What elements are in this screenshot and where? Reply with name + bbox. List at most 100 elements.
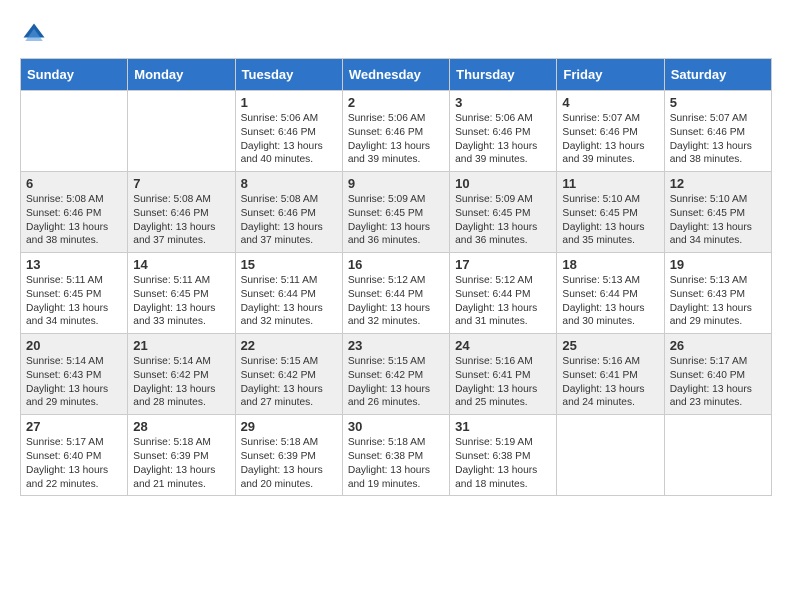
day-number: 12 <box>670 176 766 191</box>
day-number: 4 <box>562 95 658 110</box>
cell-sun-info: Sunrise: 5:13 AM Sunset: 6:44 PM Dayligh… <box>562 274 658 329</box>
cell-sun-info: Sunrise: 5:18 AM Sunset: 6:38 PM Dayligh… <box>348 436 444 491</box>
calendar-cell <box>664 415 771 496</box>
day-number: 6 <box>26 176 122 191</box>
day-number: 8 <box>241 176 337 191</box>
day-of-week-header: Friday <box>557 59 664 91</box>
day-number: 28 <box>133 419 229 434</box>
logo <box>20 20 52 48</box>
day-number: 16 <box>348 257 444 272</box>
calendar-cell: 22 Sunrise: 5:15 AM Sunset: 6:42 PM Dayli… <box>235 334 342 415</box>
day-of-week-header: Thursday <box>450 59 557 91</box>
calendar-week-row: 6 Sunrise: 5:08 AM Sunset: 6:46 PM Daylig… <box>21 172 772 253</box>
day-of-week-header: Sunday <box>21 59 128 91</box>
calendar-cell: 28Sunrise: 5:18 AM Sunset: 6:39 PM Dayli… <box>128 415 235 496</box>
calendar-cell: 17Sunrise: 5:12 AM Sunset: 6:44 PM Dayli… <box>450 253 557 334</box>
day-number: 30 <box>348 419 444 434</box>
day-number: 26 <box>670 338 766 353</box>
calendar-cell: 16 Sunrise: 5:12 AM Sunset: 6:44 PM Dayli… <box>342 253 449 334</box>
calendar-week-row: 20 Sunrise: 5:14 AM Sunset: 6:43 PM Dayli… <box>21 334 772 415</box>
calendar-cell: 9 Sunrise: 5:09 AM Sunset: 6:45 PM Daylig… <box>342 172 449 253</box>
calendar-cell: 7Sunrise: 5:08 AM Sunset: 6:46 PM Daylig… <box>128 172 235 253</box>
cell-sun-info: Sunrise: 5:07 AM Sunset: 6:46 PM Dayligh… <box>670 112 766 167</box>
calendar-cell: 12Sunrise: 5:10 AM Sunset: 6:45 PM Dayli… <box>664 172 771 253</box>
day-number: 24 <box>455 338 551 353</box>
cell-sun-info: Sunrise: 5:15 AM Sunset: 6:42 PM Dayligh… <box>241 355 337 410</box>
calendar-week-row: 27 Sunrise: 5:17 AM Sunset: 6:40 PM Dayli… <box>21 415 772 496</box>
cell-sun-info: Sunrise: 5:11 AM Sunset: 6:44 PM Dayligh… <box>241 274 337 329</box>
day-number: 31 <box>455 419 551 434</box>
day-number: 22 <box>241 338 337 353</box>
cell-sun-info: Sunrise: 5:12 AM Sunset: 6:44 PM Dayligh… <box>348 274 444 329</box>
day-number: 17 <box>455 257 551 272</box>
cell-sun-info: Sunrise: 5:13 AM Sunset: 6:43 PM Dayligh… <box>670 274 766 329</box>
day-number: 11 <box>562 176 658 191</box>
day-number: 21 <box>133 338 229 353</box>
calendar-cell: 6Sunrise: 5:08 AM Sunset: 6:46 PM Daylig… <box>21 172 128 253</box>
cell-sun-info: Sunrise: 5:06 AM Sunset: 6:46 PM Dayligh… <box>348 112 444 167</box>
day-number: 9 <box>348 176 444 191</box>
calendar-week-row: 13 Sunrise: 5:11 AM Sunset: 6:45 PM Dayli… <box>21 253 772 334</box>
calendar-cell <box>557 415 664 496</box>
calendar-cell: 30 Sunrise: 5:18 AM Sunset: 6:38 PM Dayli… <box>342 415 449 496</box>
calendar-cell: 3Sunrise: 5:06 AM Sunset: 6:46 PM Daylig… <box>450 91 557 172</box>
day-number: 27 <box>26 419 122 434</box>
calendar-cell: 2 Sunrise: 5:06 AM Sunset: 6:46 PM Daylig… <box>342 91 449 172</box>
cell-sun-info: Sunrise: 5:09 AM Sunset: 6:45 PM Dayligh… <box>455 193 551 248</box>
day-number: 10 <box>455 176 551 191</box>
cell-sun-info: Sunrise: 5:14 AM Sunset: 6:42 PM Dayligh… <box>133 355 229 410</box>
calendar-cell: 18 Sunrise: 5:13 AM Sunset: 6:44 PM Dayli… <box>557 253 664 334</box>
day-number: 29 <box>241 419 337 434</box>
cell-sun-info: Sunrise: 5:18 AM Sunset: 6:39 PM Dayligh… <box>241 436 337 491</box>
day-number: 23 <box>348 338 444 353</box>
calendar-cell: 31 Sunrise: 5:19 AM Sunset: 6:38 PM Dayli… <box>450 415 557 496</box>
cell-sun-info: Sunrise: 5:16 AM Sunset: 6:41 PM Dayligh… <box>562 355 658 410</box>
cell-sun-info: Sunrise: 5:14 AM Sunset: 6:43 PM Dayligh… <box>26 355 122 410</box>
day-number: 1 <box>241 95 337 110</box>
calendar-cell: 13Sunrise: 5:11 AM Sunset: 6:45 PM Dayli… <box>21 253 128 334</box>
calendar-cell: 14Sunrise: 5:11 AM Sunset: 6:45 PM Dayli… <box>128 253 235 334</box>
day-number: 2 <box>348 95 444 110</box>
calendar-cell: 8 Sunrise: 5:08 AM Sunset: 6:46 PM Daylig… <box>235 172 342 253</box>
calendar-header-row: SundayMondayTuesdayWednesdayThursdayFrid… <box>21 59 772 91</box>
day-number: 19 <box>670 257 766 272</box>
cell-sun-info: Sunrise: 5:17 AM Sunset: 6:40 PM Dayligh… <box>670 355 766 410</box>
calendar-week-row: 1 Sunrise: 5:06 AM Sunset: 6:46 PM Daylig… <box>21 91 772 172</box>
cell-sun-info: Sunrise: 5:08 AM Sunset: 6:46 PM Dayligh… <box>133 193 229 248</box>
calendar-cell: 23 Sunrise: 5:15 AM Sunset: 6:42 PM Dayli… <box>342 334 449 415</box>
cell-sun-info: Sunrise: 5:07 AM Sunset: 6:46 PM Dayligh… <box>562 112 658 167</box>
day-number: 13 <box>26 257 122 272</box>
calendar-cell: 10 Sunrise: 5:09 AM Sunset: 6:45 PM Dayli… <box>450 172 557 253</box>
cell-sun-info: Sunrise: 5:09 AM Sunset: 6:45 PM Dayligh… <box>348 193 444 248</box>
calendar-cell: 20 Sunrise: 5:14 AM Sunset: 6:43 PM Dayli… <box>21 334 128 415</box>
day-of-week-header: Tuesday <box>235 59 342 91</box>
calendar-cell: 25Sunrise: 5:16 AM Sunset: 6:41 PM Dayli… <box>557 334 664 415</box>
calendar-cell: 15 Sunrise: 5:11 AM Sunset: 6:44 PM Dayli… <box>235 253 342 334</box>
cell-sun-info: Sunrise: 5:17 AM Sunset: 6:40 PM Dayligh… <box>26 436 122 491</box>
day-number: 5 <box>670 95 766 110</box>
day-of-week-header: Wednesday <box>342 59 449 91</box>
cell-sun-info: Sunrise: 5:06 AM Sunset: 6:46 PM Dayligh… <box>455 112 551 167</box>
logo-icon <box>20 20 48 48</box>
day-number: 20 <box>26 338 122 353</box>
cell-sun-info: Sunrise: 5:08 AM Sunset: 6:46 PM Dayligh… <box>241 193 337 248</box>
page-header <box>20 20 772 48</box>
calendar-cell: 1Sunrise: 5:06 AM Sunset: 6:46 PM Daylig… <box>235 91 342 172</box>
calendar-cell: 21 Sunrise: 5:14 AM Sunset: 6:42 PM Dayli… <box>128 334 235 415</box>
day-number: 18 <box>562 257 658 272</box>
calendar-cell: 27 Sunrise: 5:17 AM Sunset: 6:40 PM Dayli… <box>21 415 128 496</box>
cell-sun-info: Sunrise: 5:16 AM Sunset: 6:41 PM Dayligh… <box>455 355 551 410</box>
cell-sun-info: Sunrise: 5:11 AM Sunset: 6:45 PM Dayligh… <box>133 274 229 329</box>
calendar-cell: 11 Sunrise: 5:10 AM Sunset: 6:45 PM Dayli… <box>557 172 664 253</box>
calendar-table: SundayMondayTuesdayWednesdayThursdayFrid… <box>20 58 772 496</box>
cell-sun-info: Sunrise: 5:15 AM Sunset: 6:42 PM Dayligh… <box>348 355 444 410</box>
cell-sun-info: Sunrise: 5:19 AM Sunset: 6:38 PM Dayligh… <box>455 436 551 491</box>
calendar-cell <box>21 91 128 172</box>
day-number: 15 <box>241 257 337 272</box>
calendar-cell: 4 Sunrise: 5:07 AM Sunset: 6:46 PM Daylig… <box>557 91 664 172</box>
calendar-cell: 29 Sunrise: 5:18 AM Sunset: 6:39 PM Dayli… <box>235 415 342 496</box>
calendar-cell: 24 Sunrise: 5:16 AM Sunset: 6:41 PM Dayli… <box>450 334 557 415</box>
cell-sun-info: Sunrise: 5:10 AM Sunset: 6:45 PM Dayligh… <box>562 193 658 248</box>
calendar-cell: 19 Sunrise: 5:13 AM Sunset: 6:43 PM Dayli… <box>664 253 771 334</box>
day-of-week-header: Monday <box>128 59 235 91</box>
